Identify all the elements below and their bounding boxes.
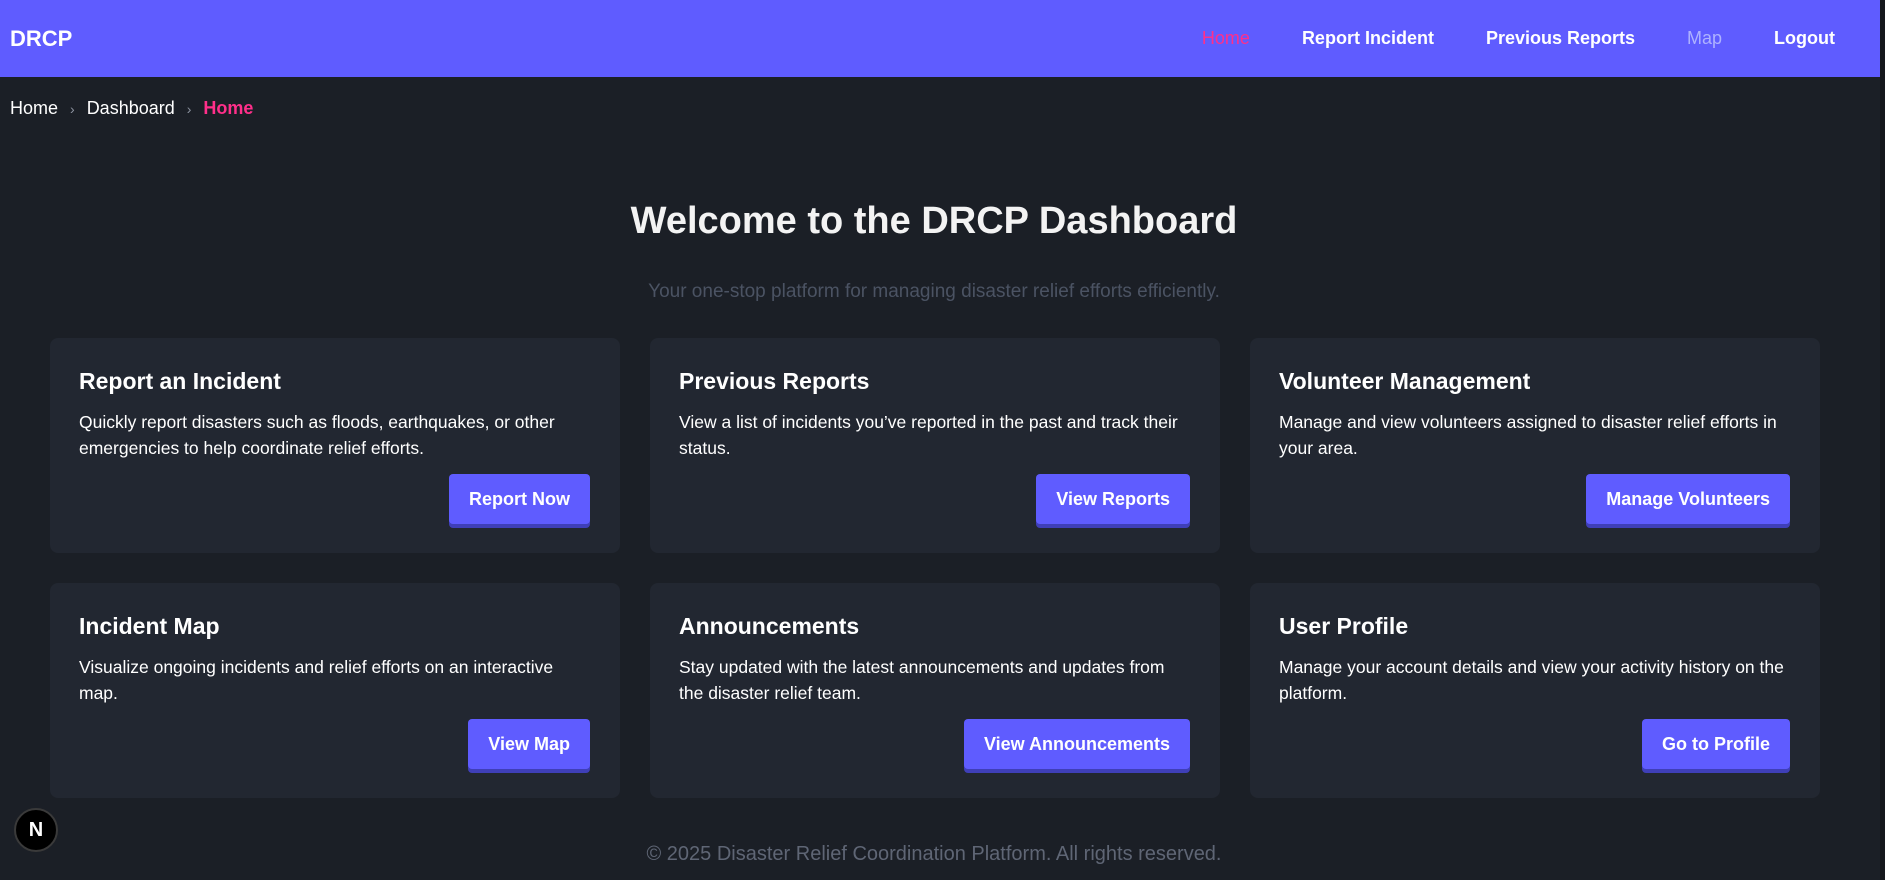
report-now-button[interactable]: Report Now bbox=[449, 474, 590, 524]
card-title: Report an Incident bbox=[79, 368, 281, 394]
nextjs-badge-letter: N bbox=[28, 818, 44, 841]
card-description: Manage your account details and view you… bbox=[1279, 657, 1784, 703]
nav-link-map[interactable]: Map bbox=[1687, 28, 1722, 49]
card-report-incident: Report an Incident Quickly report disast… bbox=[50, 338, 620, 553]
card-user-profile: User Profile Manage your account details… bbox=[1250, 583, 1820, 798]
nav-link-home[interactable]: Home bbox=[1202, 28, 1250, 49]
breadcrumb-separator-icon: › bbox=[186, 100, 192, 117]
card-title: User Profile bbox=[1279, 613, 1409, 639]
nav-link-logout[interactable]: Logout bbox=[1774, 28, 1835, 49]
card-title: Previous Reports bbox=[679, 368, 870, 394]
breadcrumb-dashboard[interactable]: Dashboard bbox=[87, 98, 175, 119]
breadcrumb-current: Home bbox=[203, 98, 254, 118]
nextjs-icon[interactable]: N bbox=[14, 808, 58, 852]
page-title: Welcome to the DRCP Dashboard bbox=[630, 200, 1238, 242]
card-description: Stay updated with the latest announcemen… bbox=[679, 657, 1165, 703]
card-description: Visualize ongoing incidents and relief e… bbox=[79, 657, 554, 703]
manage-volunteers-button[interactable]: Manage Volunteers bbox=[1586, 474, 1790, 524]
footer-copyright: © 2025 Disaster Relief Coordination Plat… bbox=[646, 843, 1222, 865]
view-reports-button[interactable]: View Reports bbox=[1036, 474, 1190, 524]
top-navbar: DRCP Home Report Incident Previous Repor… bbox=[0, 0, 1880, 77]
card-previous-reports: Previous Reports View a list of incident… bbox=[650, 338, 1220, 553]
breadcrumb-separator-icon: › bbox=[70, 100, 75, 117]
view-announcements-button[interactable]: View Announcements bbox=[963, 719, 1190, 769]
view-map-button[interactable]: View Map bbox=[468, 719, 590, 769]
scrollbar-track[interactable] bbox=[1880, 0, 1885, 880]
card-announcements: Announcements Stay updated with the late… bbox=[650, 583, 1220, 798]
brand-logo[interactable]: DRCP bbox=[10, 26, 72, 52]
card-title: Volunteer Management bbox=[1279, 368, 1531, 394]
nav-link-report-incident[interactable]: Report Incident bbox=[1302, 28, 1434, 49]
card-description: Quickly report disasters such as floods,… bbox=[79, 412, 555, 458]
nav-links: Home Report Incident Previous Reports Ma… bbox=[1202, 28, 1835, 49]
card-title: Announcements bbox=[679, 613, 860, 639]
page-subtitle: Your one-stop platform for managing disa… bbox=[648, 281, 1220, 302]
feature-card-grid: Report an Incident Quickly report disast… bbox=[50, 338, 1820, 798]
card-description: Manage and view volunteers assigned to d… bbox=[1279, 412, 1777, 458]
breadcrumb-home[interactable]: Home bbox=[10, 98, 58, 119]
breadcrumb: Home › Dashboard › Home bbox=[10, 98, 253, 119]
nav-link-previous-reports[interactable]: Previous Reports bbox=[1486, 28, 1635, 49]
go-to-profile-button[interactable]: Go to Profile bbox=[1642, 719, 1790, 769]
card-incident-map: Incident Map Visualize ongoing incidents… bbox=[50, 583, 620, 798]
card-title: Incident Map bbox=[79, 613, 220, 639]
card-volunteer-management: Volunteer Management Manage and view vol… bbox=[1250, 338, 1820, 553]
card-description: View a list of incidents you’ve reported… bbox=[679, 412, 1178, 458]
